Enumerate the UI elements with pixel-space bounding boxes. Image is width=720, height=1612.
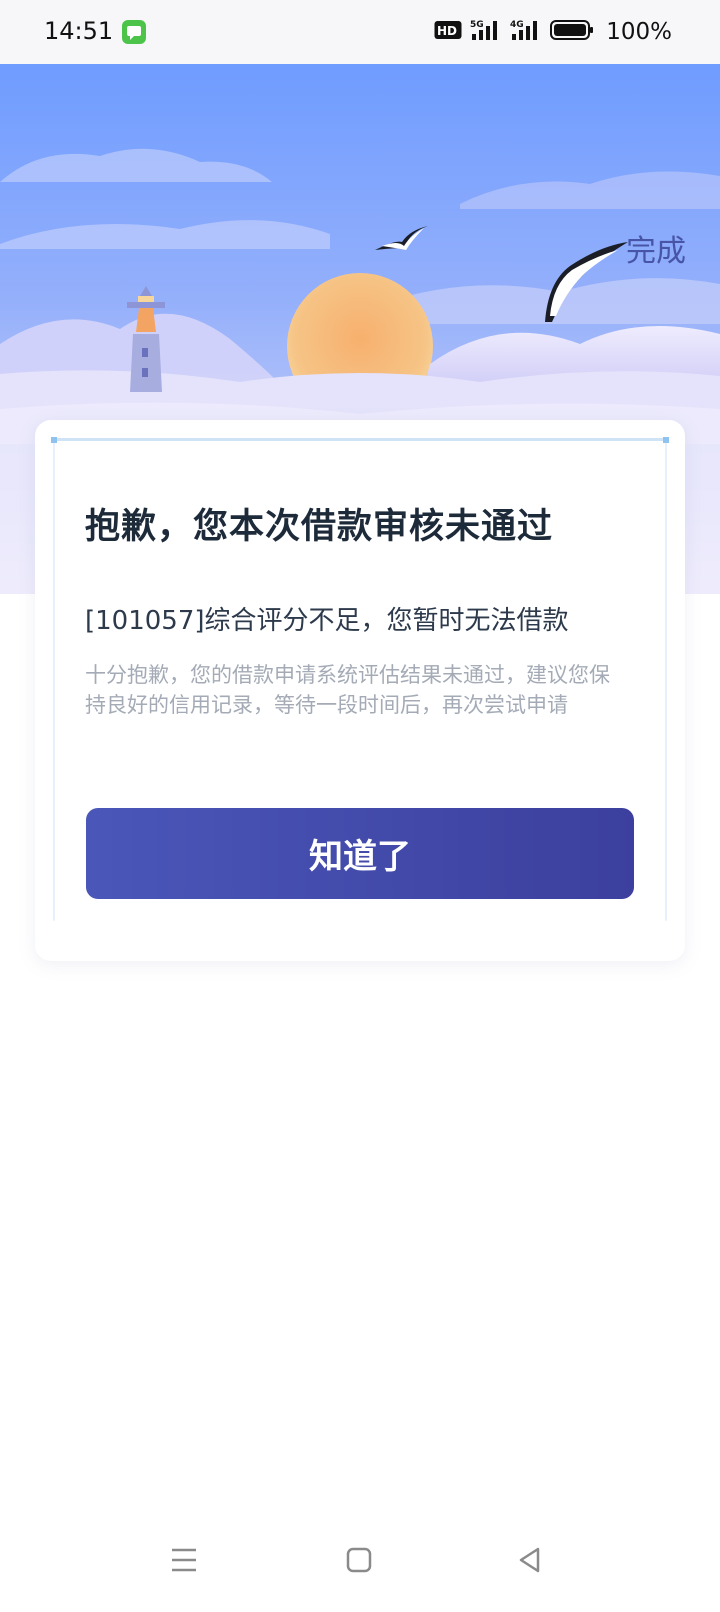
menu-icon[interactable] — [168, 1544, 200, 1580]
hd-icon: HD — [434, 20, 462, 44]
status-time: 14:51 — [44, 17, 114, 45]
card-frame-corner — [51, 437, 57, 443]
status-indicators: HD 5G 4G 100% — [434, 14, 672, 50]
result-card: 抱歉，您本次借款审核未通过 [101057]综合评分不足，您暂时无法借款 十分抱… — [35, 420, 685, 961]
navigation-bar — [0, 1516, 720, 1612]
rejection-reason: [101057]综合评分不足，您暂时无法借款 — [85, 606, 569, 636]
home-icon[interactable] — [343, 1544, 375, 1580]
back-icon[interactable] — [514, 1544, 546, 1580]
svg-text:HD: HD — [437, 24, 457, 38]
rejection-description: 十分抱歉，您的借款申请系统评估结果未通过，建议您保持良好的信用记录，等待一段时间… — [85, 663, 610, 717]
svg-text:4G: 4G — [510, 20, 524, 30]
battery-icon — [550, 19, 594, 45]
done-button[interactable]: 完成 — [626, 226, 686, 270]
status-bar: 14:51 HD 5G 4G 100% — [0, 0, 720, 64]
result-title: 抱歉，您本次借款审核未通过 — [85, 507, 554, 547]
4g-signal-icon: 4G — [510, 18, 542, 46]
message-app-icon — [122, 20, 146, 44]
acknowledge-button[interactable]: 知道了 — [86, 808, 634, 899]
battery-percent: 100% — [606, 19, 672, 45]
5g-signal-icon: 5G — [470, 18, 502, 46]
svg-text:5G: 5G — [470, 20, 484, 30]
card-frame-corner — [663, 437, 669, 443]
